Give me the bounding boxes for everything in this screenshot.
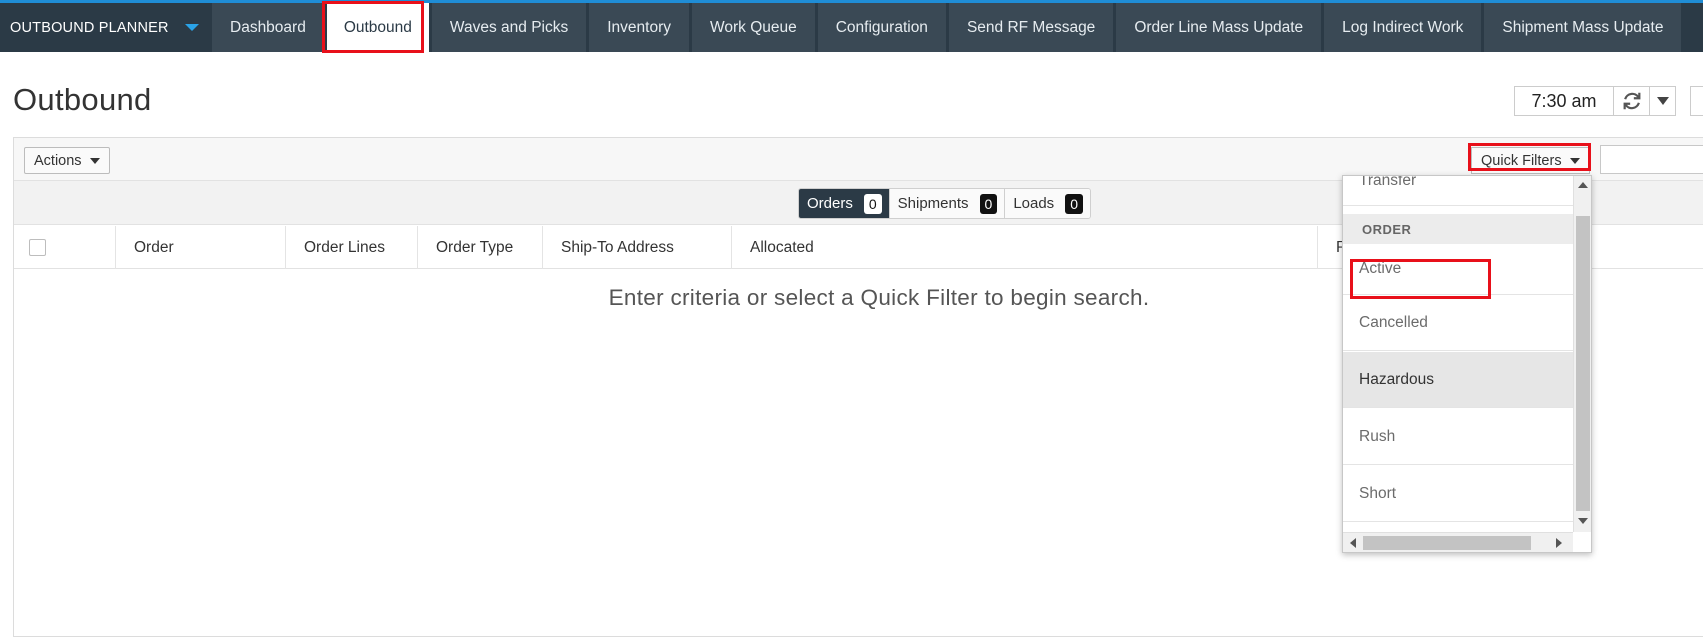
tab-order-line-mass-update[interactable]: Order Line Mass Update <box>1116 3 1322 52</box>
scroll-right-arrow-icon[interactable] <box>1556 538 1562 548</box>
quick-filters-button[interactable]: Quick Filters <box>1471 147 1590 174</box>
caret-down-icon <box>1569 157 1580 164</box>
app-name: OUTBOUND PLANNER <box>10 19 169 36</box>
top-nav: OUTBOUND PLANNER Dashboard Outbound Wave… <box>0 0 1703 52</box>
column-ship-to-address[interactable]: Ship-To Address <box>542 226 731 269</box>
segment-loads[interactable]: Loads 0 <box>1005 189 1090 218</box>
segment-label: Loads <box>1013 195 1055 212</box>
tab-log-indirect-work[interactable]: Log Indirect Work <box>1324 3 1482 52</box>
tab-work-queue[interactable]: Work Queue <box>692 3 815 52</box>
tab-configuration[interactable]: Configuration <box>817 3 946 52</box>
tab-outbound[interactable]: Outbound <box>326 3 429 52</box>
segment-label: Shipments <box>897 195 969 212</box>
vertical-scroll-thumb[interactable] <box>1576 216 1590 511</box>
filter-item-hazardous[interactable]: Hazardous <box>1343 352 1573 408</box>
quick-filters-list: Transfer ORDER Active Cancelled Hazardou… <box>1343 176 1573 532</box>
search-input[interactable] <box>1600 145 1703 174</box>
tab-waves-and-picks[interactable]: Waves and Picks <box>431 3 587 52</box>
filter-item-active[interactable]: Active <box>1343 244 1573 295</box>
scroll-left-arrow-icon[interactable] <box>1350 538 1356 548</box>
count-badge: 0 <box>1065 193 1083 214</box>
filter-item-short[interactable]: Short <box>1343 466 1573 522</box>
column-order[interactable]: Order <box>115 226 285 269</box>
select-all-checkbox[interactable] <box>29 239 46 256</box>
actions-button[interactable]: Actions <box>24 147 110 174</box>
actions-label: Actions <box>34 152 82 169</box>
refresh-options-button[interactable] <box>1650 86 1676 116</box>
filter-group-header: ORDER <box>1343 214 1573 244</box>
segment-label: Orders <box>807 195 853 212</box>
filter-item-rush[interactable]: Rush <box>1343 409 1573 465</box>
quick-filters-dropdown: Transfer ORDER Active Cancelled Hazardou… <box>1342 175 1592 553</box>
tab-shipment-mass-update[interactable]: Shipment Mass Update <box>1484 3 1682 52</box>
horizontal-scrollbar[interactable] <box>1343 532 1573 552</box>
count-badge: 0 <box>979 193 998 214</box>
app-menu[interactable]: OUTBOUND PLANNER <box>0 3 212 52</box>
page-title: Outbound <box>13 82 152 117</box>
quick-filters-label: Quick Filters <box>1481 152 1562 169</box>
vertical-scrollbar[interactable] <box>1573 176 1591 532</box>
refresh-button[interactable] <box>1614 86 1650 116</box>
nav-tabs: Dashboard Outbound Waves and Picks Inven… <box>212 3 1684 52</box>
scroll-up-arrow-icon[interactable] <box>1578 182 1588 188</box>
entity-switcher: Orders 0 Shipments 0 Loads 0 <box>798 188 1091 219</box>
caret-down-icon <box>1656 97 1669 105</box>
segment-shipments[interactable]: Shipments 0 <box>889 189 1006 218</box>
time-display: 7:30 am <box>1514 86 1614 116</box>
caret-down-icon <box>89 157 100 164</box>
more-button[interactable] <box>1690 86 1703 116</box>
scroll-down-arrow-icon[interactable] <box>1578 518 1588 524</box>
tab-dashboard[interactable]: Dashboard <box>212 3 324 52</box>
segment-orders[interactable]: Orders 0 <box>799 189 890 218</box>
count-badge: 0 <box>863 193 882 214</box>
tab-send-rf-message[interactable]: Send RF Message <box>948 3 1114 52</box>
chevron-down-icon <box>184 24 199 31</box>
column-order-lines[interactable]: Order Lines <box>285 226 417 269</box>
column-order-type[interactable]: Order Type <box>417 226 542 269</box>
filter-item-transfer[interactable]: Transfer <box>1343 176 1573 206</box>
refresh-icon <box>1623 92 1640 110</box>
horizontal-scroll-thumb[interactable] <box>1363 536 1531 550</box>
tab-inventory[interactable]: Inventory <box>589 3 689 52</box>
column-allocated[interactable]: Allocated <box>731 226 1317 269</box>
filter-item-cancelled[interactable]: Cancelled <box>1343 295 1573 351</box>
